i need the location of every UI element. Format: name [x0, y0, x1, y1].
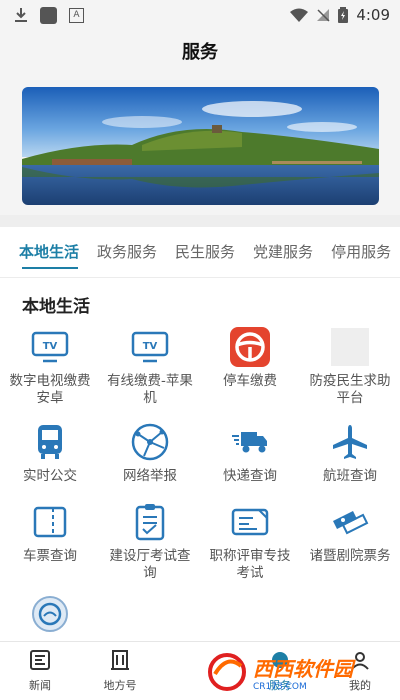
airplane-icon [330, 422, 370, 462]
tab-party-services[interactable]: 党建服务 [244, 227, 322, 277]
app-notification-icon [40, 6, 57, 24]
banner-area [0, 75, 400, 215]
service-label: 数字电视缴费安卓 [9, 373, 91, 406]
service-weather[interactable] [0, 594, 100, 640]
watermark-logo-icon [208, 653, 246, 691]
keyboard-a-icon: A [69, 7, 84, 23]
service-epidemic-help[interactable]: 防疫民生求助平台 [300, 327, 400, 407]
service-flight-query[interactable]: 航班查询 [300, 422, 400, 485]
service-label: 建设厅考试查询 [109, 548, 191, 581]
building-icon [111, 650, 129, 670]
service-digital-tv[interactable]: TV 数字电视缴费安卓 [0, 327, 100, 407]
nav-label: 地方号 [103, 679, 137, 692]
service-label: 诸暨剧院票务 [309, 548, 391, 564]
service-ticket-query[interactable]: 车票查询 [0, 502, 100, 565]
tv-icon: TV [130, 327, 170, 367]
service-label: 停车缴费 [223, 373, 277, 389]
watermark: 西西软件园 CR173.COM [180, 652, 380, 692]
status-time: 4:09 [356, 6, 390, 24]
parking-wheel-icon [230, 327, 270, 367]
nav-local-accounts[interactable]: 地方号 [80, 642, 160, 700]
weather-badge-icon [30, 594, 70, 634]
section-divider [0, 215, 400, 227]
category-tabs: 本地生活 政务服务 民生服务 党建服务 停用服务 [0, 227, 400, 278]
service-construction-exam[interactable]: 建设厅考试查询 [100, 502, 200, 582]
id-card-icon [230, 502, 270, 542]
service-label: 防疫民生求助平台 [309, 373, 391, 406]
bus-icon [30, 422, 70, 462]
service-label: 网络举报 [123, 468, 177, 484]
watermark-text: 西西软件园 [253, 656, 353, 681]
news-icon [30, 650, 50, 670]
service-label: 航班查询 [323, 468, 377, 484]
download-icon [15, 8, 27, 22]
service-label: 实时公交 [23, 468, 77, 484]
page-title: 服务 [0, 30, 400, 75]
service-cable-fee[interactable]: TV 有线缴费-苹果机 [100, 327, 200, 407]
service-realtime-bus[interactable]: 实时公交 [0, 422, 100, 485]
service-parking[interactable]: 停车缴费 [200, 327, 300, 390]
placeholder-icon [330, 327, 370, 367]
banner-image[interactable] [22, 87, 379, 205]
service-title-review[interactable]: 职称评审专技考试 [200, 502, 300, 582]
tab-local-life[interactable]: 本地生活 [0, 227, 88, 277]
clipboard-icon [130, 502, 170, 542]
tab-livelihood-services[interactable]: 民生服务 [166, 227, 244, 277]
service-label: 职称评审专技考试 [209, 548, 291, 581]
svg-text:TV: TV [43, 341, 58, 352]
wifi-icon [290, 8, 309, 22]
service-express-query[interactable]: 快递查询 [200, 422, 300, 485]
theater-ticket-icon [330, 502, 370, 542]
status-bar: A 4:09 [0, 0, 400, 30]
service-label: 快递查询 [223, 468, 277, 484]
delivery-truck-icon [230, 422, 270, 462]
tv-icon: TV [30, 327, 70, 367]
watermark-sub: CR173.COM [253, 681, 307, 692]
service-theater-tickets[interactable]: 诸暨剧院票务 [300, 502, 400, 565]
section-title: 本地生活 [22, 297, 90, 317]
ticket-icon [30, 502, 70, 542]
battery-icon [338, 7, 349, 23]
svg-text:TV: TV [143, 341, 158, 352]
network-globe-icon [130, 422, 170, 462]
service-label: 车票查询 [23, 548, 77, 564]
service-network-report[interactable]: 网络举报 [100, 422, 200, 485]
service-label: 有线缴费-苹果机 [107, 373, 193, 406]
nav-news[interactable]: 新闻 [0, 642, 80, 700]
nav-label: 新闻 [29, 679, 51, 692]
tab-government-services[interactable]: 政务服务 [88, 227, 166, 277]
tab-discontinued-services[interactable]: 停用服务 [322, 227, 400, 277]
no-signal-icon [317, 9, 330, 22]
